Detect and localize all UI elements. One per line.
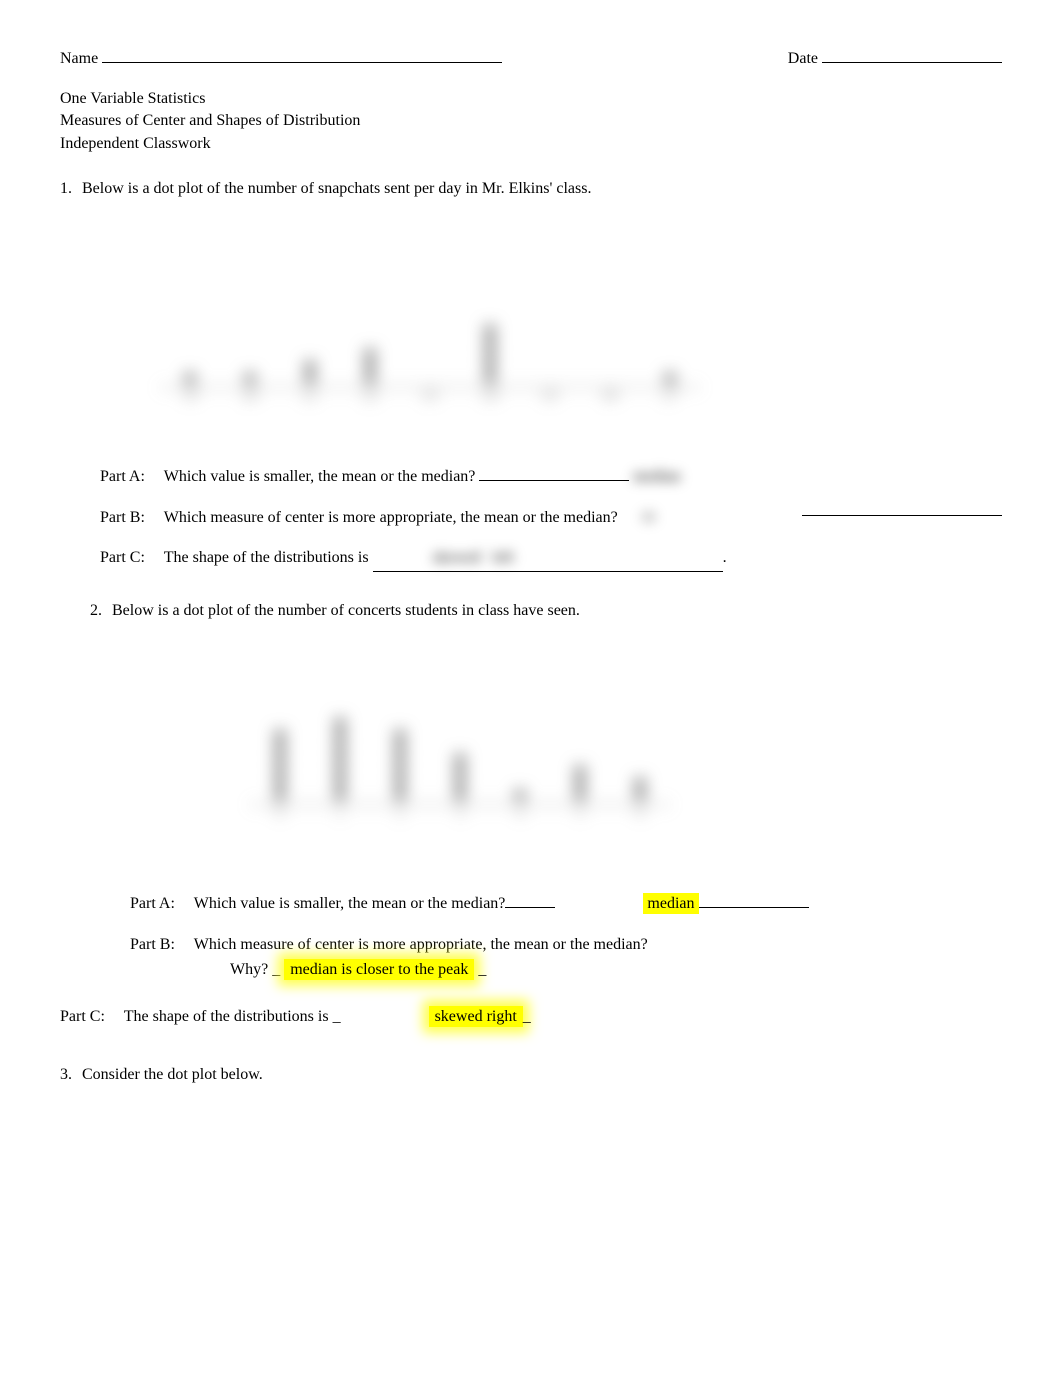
- partA-text: Which value is smaller, the mean or the …: [164, 468, 476, 485]
- axis-tick: 6: [610, 805, 670, 821]
- header-row: Name Date: [60, 50, 1002, 68]
- q1-partC: Part C: The shape of the distributions i…: [100, 545, 1002, 572]
- q2-partA: Part A: Which value is smaller, the mean…: [130, 891, 1002, 917]
- partC-blur-answer: skewed left: [433, 545, 514, 571]
- axis-tick: 4: [490, 805, 550, 821]
- axis-tick: 3: [430, 805, 490, 821]
- name-blank[interactable]: [102, 62, 502, 63]
- axis-tick: 24: [460, 388, 520, 404]
- course-line2: Measures of Center and Shapes of Distrib…: [60, 110, 1002, 132]
- partA-answer: median: [643, 893, 698, 914]
- partB-blur-answer: ⬭: [642, 505, 656, 531]
- q1-partA: Part A: Which value is smaller, the mean…: [100, 464, 1002, 490]
- q1-text: Below is a dot plot of the number of sna…: [82, 180, 591, 198]
- partA-blank[interactable]: [479, 480, 629, 481]
- axis-tick: 1: [310, 805, 370, 821]
- partA-trail-blank: [699, 907, 809, 908]
- partA-label: Part A:: [130, 891, 190, 917]
- q2-partC: Part C: The shape of the distributions i…: [60, 1008, 1002, 1026]
- date-blank[interactable]: [822, 62, 1002, 63]
- partB-text: Which measure of center is more appropri…: [194, 936, 648, 953]
- q1-partB: Part B: Which measure of center is more …: [100, 505, 1002, 531]
- partB-right-blank[interactable]: [802, 515, 1002, 516]
- q1-intro: 1. Below is a dot plot of the number of …: [60, 180, 1002, 198]
- name-label: Name: [60, 50, 98, 68]
- q2-block: 2. Below is a dot plot of the number of …: [90, 602, 1002, 983]
- partB-label: Part B:: [130, 932, 190, 958]
- q1-dotplot: 19 20 21 22 23 24 25 26 27: [60, 218, 1002, 444]
- q3-intro: 3. Consider the dot plot below.: [60, 1066, 1002, 1084]
- partB-answer: median is closer to the peak: [284, 959, 474, 980]
- axis-tick: 27: [640, 388, 700, 404]
- partC-text: The shape of the distributions is: [164, 549, 369, 566]
- axis-tick: 20: [220, 388, 280, 404]
- q2-dotplot: 0 1 2 3 4 5 6: [210, 635, 1002, 861]
- q3-number: 3.: [60, 1066, 72, 1084]
- axis-tick: 23: [400, 388, 460, 404]
- date-label: Date: [788, 50, 818, 68]
- partC-label: Part C:: [60, 1008, 120, 1026]
- q2-text: Below is a dot plot of the number of con…: [112, 602, 580, 620]
- q2-intro: 2. Below is a dot plot of the number of …: [90, 602, 1002, 620]
- q2-partB: Part B: Which measure of center is more …: [130, 932, 1002, 983]
- partB-text: Which measure of center is more appropri…: [164, 509, 618, 526]
- q3-text: Consider the dot plot below.: [82, 1066, 263, 1084]
- name-field: Name: [60, 50, 502, 68]
- partC-answer: skewed right: [429, 1006, 523, 1027]
- axis-tick: 2: [370, 805, 430, 821]
- axis-tick: 22: [340, 388, 400, 404]
- course-line1: One Variable Statistics: [60, 88, 1002, 110]
- partC-blank[interactable]: skewed left: [373, 545, 723, 572]
- axis-tick: 26: [580, 388, 640, 404]
- q2-number: 2.: [90, 602, 102, 620]
- axis-tick: 19: [160, 388, 220, 404]
- axis-tick: 25: [520, 388, 580, 404]
- q1-number: 1.: [60, 180, 72, 198]
- partA-blur-answer: median: [633, 464, 680, 490]
- partB-label: Part B:: [100, 505, 160, 531]
- course-line3: Independent Classwork: [60, 133, 1002, 155]
- partB-why-row: Why? _ median is closer to the peak _: [230, 957, 1002, 983]
- partA-text: Which value is smaller, the mean or the …: [194, 895, 506, 912]
- axis-tick: 21: [280, 388, 340, 404]
- partB-why-label: Why? _: [230, 961, 280, 978]
- date-field: Date: [788, 50, 1002, 68]
- course-info: One Variable Statistics Measures of Cent…: [60, 88, 1002, 155]
- partC-text: The shape of the distributions is _: [124, 1008, 341, 1025]
- axis-tick: 0: [250, 805, 310, 821]
- partA-label: Part A:: [100, 464, 160, 490]
- partC-label: Part C:: [100, 545, 160, 571]
- axis-tick: 5: [550, 805, 610, 821]
- partA-small-blank[interactable]: [505, 907, 555, 908]
